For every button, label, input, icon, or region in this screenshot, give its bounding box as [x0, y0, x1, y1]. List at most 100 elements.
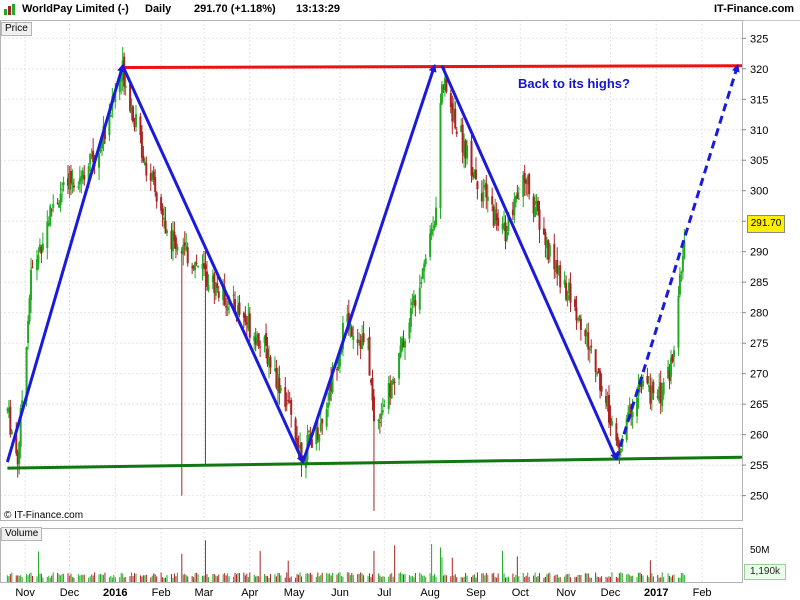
- candle-body: [588, 348, 591, 351]
- candle-body: [362, 333, 365, 343]
- candle-body: [587, 332, 590, 350]
- candle-body: [259, 346, 262, 348]
- candle-body: [466, 145, 469, 159]
- y-tick-label: 300: [750, 186, 768, 198]
- candle-body: [538, 209, 541, 230]
- candle-body: [9, 406, 12, 435]
- candle-body: [124, 85, 127, 88]
- copyright-text: © IT-Finance.com: [4, 510, 84, 521]
- y-tick-label: 275: [750, 338, 768, 350]
- x-tick-label: Nov: [556, 587, 576, 599]
- candle-body: [559, 265, 562, 288]
- candle-body: [573, 299, 576, 307]
- candle-body: [226, 307, 229, 311]
- candle-body: [505, 231, 508, 240]
- volume-panel-frame: [0, 528, 743, 583]
- candle-body: [486, 196, 489, 201]
- candle-body: [265, 333, 268, 347]
- candle-body: [610, 421, 613, 426]
- candle-body: [378, 421, 381, 423]
- x-tick-label: Feb: [693, 587, 712, 599]
- candle-body: [616, 437, 619, 446]
- candle-body: [195, 263, 198, 265]
- candle-body: [528, 174, 531, 195]
- candle-body: [579, 318, 582, 330]
- y-tick-label: 255: [750, 460, 768, 472]
- candle-body: [285, 403, 288, 405]
- candle-body: [455, 131, 458, 134]
- candle-body: [52, 204, 55, 208]
- x-tick-label: Nov: [15, 587, 35, 599]
- price-panel-label: Price: [1, 22, 32, 36]
- candle-body: [534, 207, 537, 218]
- candle-body: [278, 377, 281, 394]
- candle-body: [491, 196, 494, 205]
- candle-body: [142, 155, 145, 162]
- x-tick-label: Sep: [466, 587, 486, 599]
- candle-body: [307, 430, 310, 432]
- candle-body: [652, 381, 655, 394]
- candle-body: [134, 114, 137, 128]
- candle-body: [350, 327, 353, 337]
- candle-body: [28, 297, 31, 322]
- candle-body: [217, 291, 220, 298]
- x-tick-label: 2016: [103, 587, 127, 599]
- x-tick-label: Apr: [241, 587, 258, 599]
- candle-body: [381, 410, 384, 413]
- y-tick-label: 250: [750, 491, 768, 503]
- candle-body: [69, 170, 72, 184]
- candle-body: [176, 246, 179, 251]
- candle-body: [432, 229, 435, 231]
- candle-body: [77, 186, 80, 188]
- candle-body: [641, 380, 644, 387]
- candle-body: [435, 207, 438, 226]
- y-tick-label: 285: [750, 277, 768, 289]
- candle-body: [319, 423, 322, 432]
- candle-body: [392, 378, 395, 385]
- candle-body: [204, 264, 207, 270]
- candle-body: [454, 108, 457, 129]
- candle-body: [155, 192, 158, 202]
- candle-body: [662, 382, 665, 395]
- candle-body: [646, 376, 649, 384]
- candle-body: [594, 349, 597, 373]
- candle-body: [418, 287, 421, 310]
- y-tick-label: 325: [750, 33, 768, 45]
- candle-body: [619, 448, 622, 453]
- candle-body: [673, 350, 676, 358]
- candle-body: [41, 243, 44, 251]
- candle-body: [244, 314, 247, 323]
- candle-body: [600, 385, 603, 392]
- candle-body: [681, 256, 684, 272]
- x-tick-label: 2017: [644, 587, 668, 599]
- candle-body: [30, 269, 33, 301]
- candle-body: [429, 233, 432, 257]
- candle-body: [27, 321, 30, 343]
- candle-body: [49, 205, 52, 225]
- candle-body: [257, 333, 260, 347]
- trend-arrow: [121, 65, 305, 464]
- price-chart[interactable]: 2502552602652702752802852902953003053103…: [0, 0, 800, 600]
- candle-body: [470, 140, 473, 176]
- x-tick-label: Aug: [420, 587, 440, 599]
- candle-body: [424, 258, 427, 265]
- candle-body: [474, 169, 477, 180]
- candle-body: [476, 181, 479, 190]
- candle-body: [31, 267, 34, 269]
- trend-arrow: [614, 63, 740, 460]
- candle-body: [59, 193, 62, 206]
- y-tick-label: 265: [750, 399, 768, 411]
- candle-body: [99, 149, 102, 152]
- x-tick-label: Jun: [331, 587, 349, 599]
- candle-body: [166, 230, 169, 233]
- candle-body: [569, 283, 572, 303]
- candle-body: [678, 274, 681, 295]
- candle-body: [318, 433, 321, 442]
- volume-panel-label: Volume: [1, 527, 43, 541]
- candle-body: [393, 381, 396, 383]
- candle-body: [132, 106, 135, 122]
- candle-body: [677, 295, 680, 348]
- candle-body: [482, 191, 485, 202]
- candle-body: [37, 255, 40, 264]
- candle-body: [183, 242, 186, 246]
